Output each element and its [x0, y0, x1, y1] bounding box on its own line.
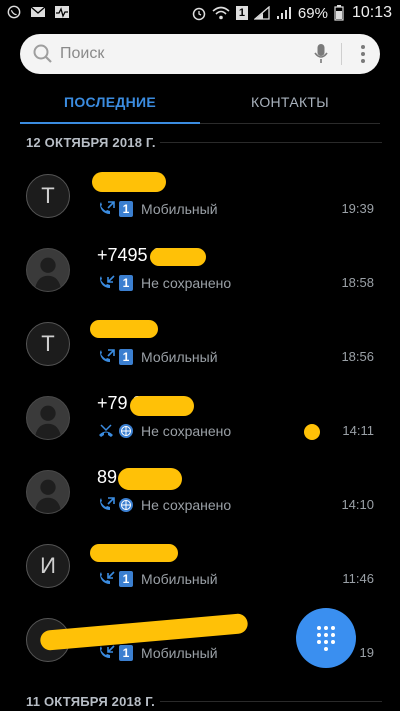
battery-icon: [334, 5, 344, 21]
internet-call-icon: [119, 424, 133, 438]
activity-icon: [55, 6, 69, 18]
microphone-icon[interactable]: [314, 43, 328, 65]
battery-percent: 69%: [297, 4, 328, 22]
section-date-header: 11 ОКТЯБРЯ 2018 Г.: [26, 694, 155, 709]
sim-badge: 1: [119, 571, 133, 587]
sim-badge: 1: [119, 349, 133, 365]
sim-badge: 1: [119, 645, 133, 661]
call-type: Не сохранено: [141, 497, 232, 513]
call-log-item[interactable]: Т 1 Мобильный 19:39: [0, 170, 400, 244]
avatar: И: [26, 544, 70, 588]
alarm-icon: [192, 7, 206, 21]
call-log-item[interactable]: И 1 Мобильный 11:46: [0, 540, 400, 614]
sim-badge: 1: [119, 275, 133, 291]
section-date-header: 12 ОКТЯБРЯ 2018 Г.: [26, 135, 156, 150]
search-icon: [33, 44, 52, 63]
status-bar: 1 69% 10:13: [0, 0, 400, 28]
call-type: Мобильный: [141, 571, 218, 587]
call-log-item[interactable]: 89 967 Не сохранено 14:10: [0, 466, 400, 540]
missed-call-icon: [99, 424, 113, 437]
incoming-call-icon: [100, 571, 115, 584]
redaction-mark: [90, 320, 158, 338]
incoming-call-icon: [100, 275, 115, 288]
call-type: Не сохранено: [141, 275, 232, 291]
wifi-icon: [212, 6, 230, 20]
call-type: Не сохранено: [141, 423, 232, 439]
tab-indicator: [20, 122, 200, 124]
signal-icon: [253, 6, 270, 20]
call-meta: 1 Не сохранено: [97, 275, 231, 291]
signal-icon-2: [276, 7, 291, 19]
outgoing-call-icon: [100, 497, 115, 510]
search-input[interactable]: Поиск: [60, 45, 104, 63]
avatar: [26, 396, 70, 440]
avatar: Т: [26, 322, 70, 366]
call-time: 18:56: [341, 349, 374, 364]
call-time: 19: [359, 645, 374, 660]
search-bar[interactable]: Поиск: [20, 34, 380, 74]
status-clock: 10:13: [351, 4, 392, 21]
tab-divider: [200, 123, 380, 124]
call-log-item[interactable]: +79 967 Не сохранено 14:11: [0, 392, 400, 466]
call-type: Мобильный: [141, 349, 218, 365]
call-time: 14:10: [341, 497, 374, 512]
default-person-icon: [34, 405, 62, 439]
dialpad-icon: [317, 626, 335, 651]
default-person-icon: [34, 257, 62, 291]
incoming-call-icon: [100, 645, 115, 658]
avatar: [26, 248, 70, 292]
call-log-item[interactable]: Т 1 Мобильный 18:56: [0, 318, 400, 392]
avatar: [26, 470, 70, 514]
viber-icon: [7, 5, 21, 19]
call-time: 11:46: [342, 571, 374, 586]
search-divider: [341, 43, 342, 65]
call-log-item[interactable]: +7495 36 1 Не сохранено 18:58: [0, 244, 400, 318]
default-person-icon: [34, 479, 62, 513]
more-options-icon[interactable]: [360, 43, 366, 65]
mail-icon: [30, 6, 46, 17]
internet-call-icon: [119, 498, 133, 512]
call-meta: 1 Мобильный: [97, 201, 218, 217]
outgoing-call-icon: [100, 201, 115, 214]
tab-recent[interactable]: ПОСЛЕДНИЕ: [20, 94, 200, 110]
avatar: Т: [26, 174, 70, 218]
call-time: 14:11: [342, 423, 374, 438]
call-time: 19:39: [341, 201, 374, 216]
call-meta: Не сохранено: [97, 423, 231, 439]
outgoing-call-icon: [100, 349, 115, 362]
redaction-mark: [118, 468, 182, 490]
sim-badge: 1: [119, 201, 133, 217]
redaction-mark: [130, 396, 194, 416]
call-time: 18:58: [341, 275, 374, 290]
call-type: Мобильный: [141, 201, 218, 217]
redaction-mark: [150, 248, 206, 266]
tab-contacts[interactable]: КОНТАКТЫ: [200, 94, 380, 110]
call-meta: 1 Мобильный: [97, 645, 218, 661]
section-divider: [160, 701, 382, 702]
redaction-mark: [304, 424, 320, 440]
redaction-mark: [92, 172, 166, 192]
call-meta: Не сохранено: [97, 497, 231, 513]
sim-indicator: 1: [235, 6, 248, 20]
dialpad-button[interactable]: [296, 608, 356, 668]
call-meta: 1 Мобильный: [97, 571, 218, 587]
call-type: Мобильный: [141, 645, 218, 661]
redaction-mark: [90, 544, 178, 562]
section-divider: [160, 142, 382, 143]
call-meta: 1 Мобильный: [97, 349, 218, 365]
